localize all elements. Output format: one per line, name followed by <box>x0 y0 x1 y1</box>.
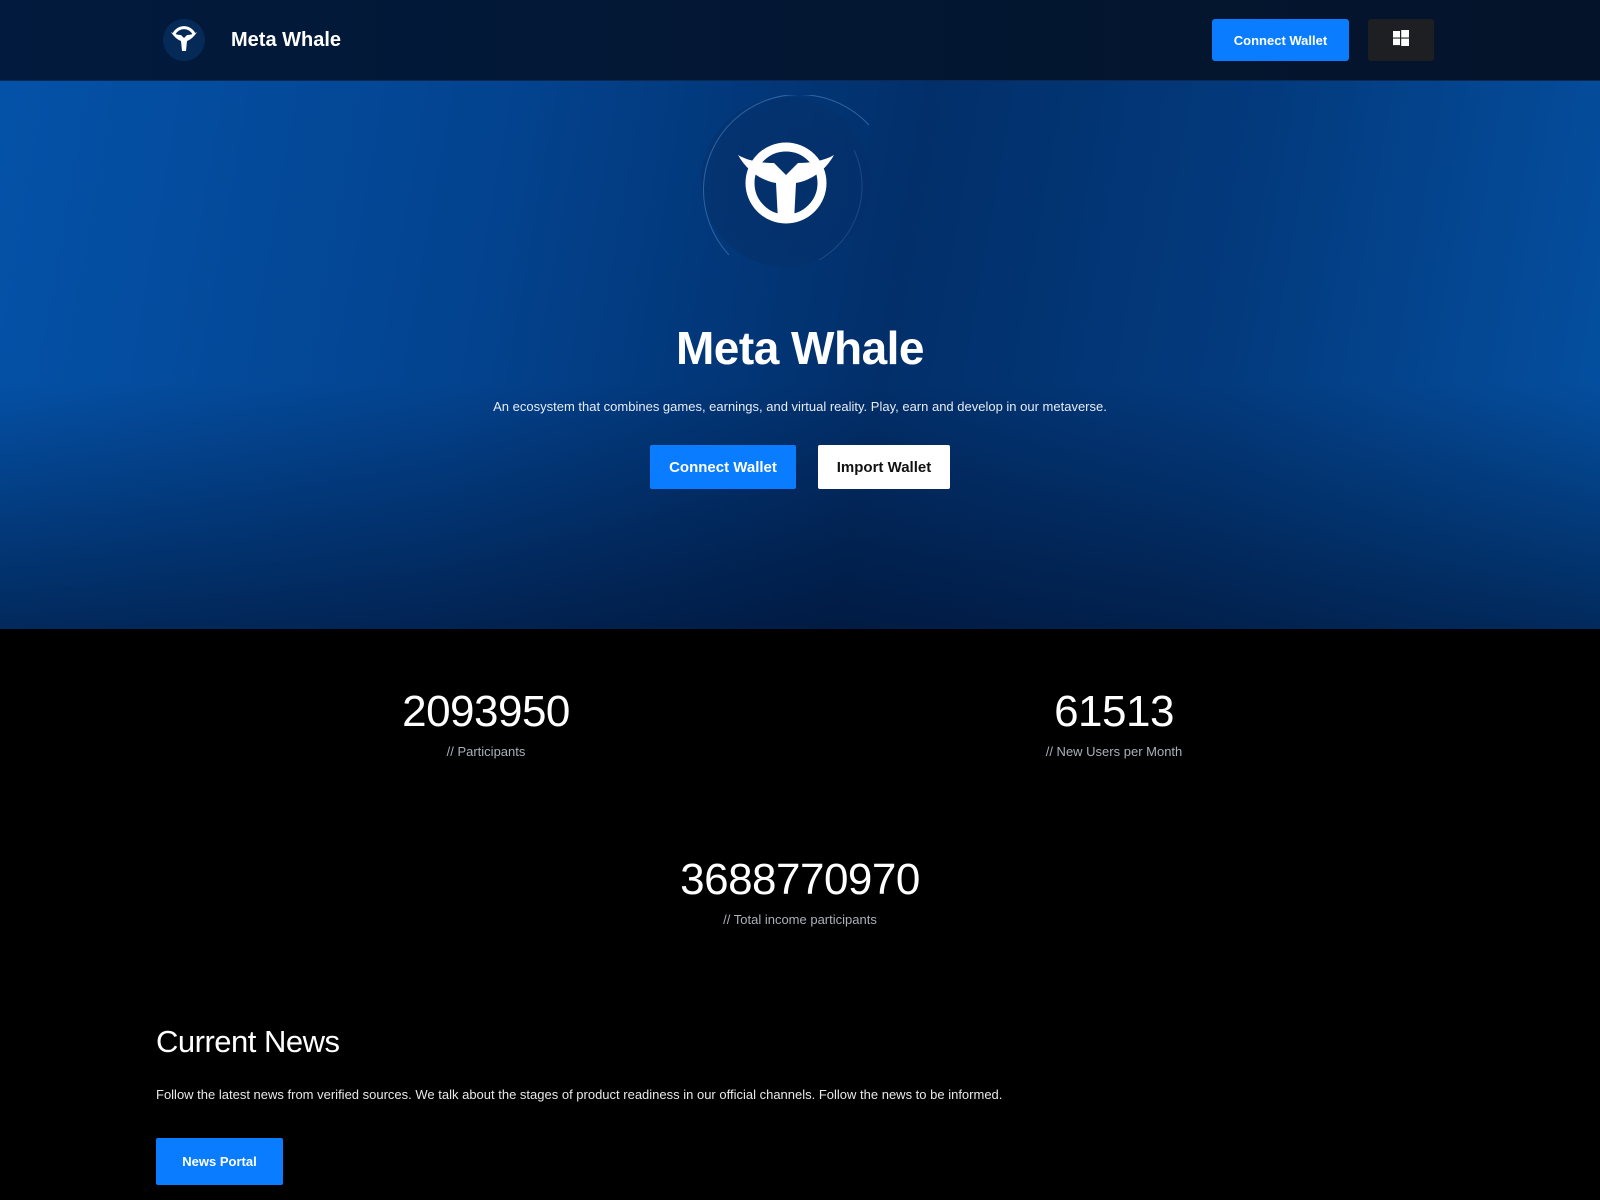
stat-total-income: 3688770970 // Total income participants <box>600 854 1000 927</box>
hero-connect-wallet-button[interactable]: Connect Wallet <box>650 445 796 489</box>
stat-value: 61513 <box>1054 687 1174 736</box>
windows-icon <box>1393 29 1409 51</box>
stat-label: // Total income participants <box>723 912 877 927</box>
hero-whale-emblem-icon <box>699 94 873 269</box>
whale-tail-logo-icon[interactable] <box>157 18 211 62</box>
windows-download-button[interactable] <box>1368 19 1434 61</box>
stat-value: 3688770970 <box>680 855 920 904</box>
stat-new-users: 61513 // New Users per Month <box>964 686 1264 759</box>
news-portal-button[interactable]: News Portal <box>156 1138 283 1185</box>
news-section-title: Current News <box>156 1024 340 1059</box>
stat-participants: 2093950 // Participants <box>336 686 636 759</box>
hero-section: Meta Whale An ecosystem that combines ga… <box>0 81 1600 629</box>
stat-label: // Participants <box>446 744 526 759</box>
news-description: Follow the latest news from verified sou… <box>156 1087 1003 1102</box>
hero-subtitle: An ecosystem that combines games, earnin… <box>493 399 1107 414</box>
brand-name: Meta Whale <box>231 28 342 51</box>
site-header: Meta Whale Connect Wallet <box>0 0 1600 81</box>
stat-value: 2093950 <box>402 687 570 736</box>
brand[interactable]: Meta Whale <box>157 18 341 62</box>
header-connect-wallet-button[interactable]: Connect Wallet <box>1212 19 1349 61</box>
stat-label: // New Users per Month <box>1045 744 1183 759</box>
hero-import-wallet-button[interactable]: Import Wallet <box>818 445 950 489</box>
hero-title: Meta Whale <box>675 322 925 374</box>
